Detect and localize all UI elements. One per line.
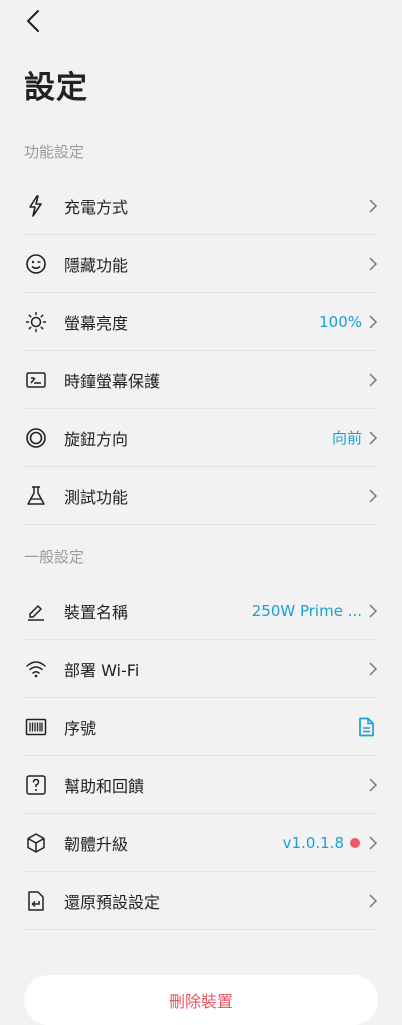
chevron-right-icon <box>368 488 378 504</box>
row-restore-defaults[interactable]: 還原預設設定 <box>24 872 378 930</box>
row-help-feedback[interactable]: 幫助和回饋 <box>24 756 378 814</box>
chevron-right-icon <box>368 198 378 214</box>
screen-saver-icon <box>24 368 48 392</box>
row-charging-mode[interactable]: 充電方式 <box>24 177 378 235</box>
knob-direction-value: 向前 <box>331 429 362 447</box>
function-settings-list: 充電方式 隱藏功能 螢幕亮度 100% 時鐘螢幕保護 旋鈕方向 向前 測試功能 <box>24 177 378 525</box>
flask-icon <box>24 484 48 508</box>
row-label: 時鐘螢幕保護 <box>64 371 161 391</box>
row-label: 裝置名稱 <box>64 602 129 622</box>
wifi-icon <box>24 657 48 681</box>
help-icon <box>24 773 48 797</box>
row-label: 部署 Wi-Fi <box>64 660 140 680</box>
row-wifi-setup[interactable]: 部署 Wi-Fi <box>24 640 378 698</box>
row-label: 螢幕亮度 <box>64 313 129 333</box>
chevron-right-icon <box>368 314 378 330</box>
row-hidden-features[interactable]: 隱藏功能 <box>24 235 378 293</box>
restore-icon <box>24 889 48 913</box>
chevron-right-icon <box>368 893 378 909</box>
page-title: 設定 <box>24 70 88 106</box>
general-settings-list: 裝置名稱 250W Prime ... 部署 Wi-Fi 序號 幫助和回饋 韌體… <box>24 582 378 930</box>
lightning-icon <box>24 194 48 218</box>
copy-document-icon[interactable] <box>354 715 378 739</box>
row-label: 測試功能 <box>64 487 129 507</box>
chevron-right-icon <box>368 603 378 619</box>
section-title-general: 一般設定 <box>24 548 85 566</box>
chevron-left-icon <box>27 10 39 32</box>
chevron-right-icon <box>368 661 378 677</box>
firmware-version-value: v1.0.1.8 <box>282 833 344 852</box>
knob-icon <box>24 426 48 450</box>
pencil-icon <box>24 599 48 623</box>
wink-face-icon <box>24 252 48 276</box>
barcode-icon <box>24 715 48 739</box>
row-serial-number[interactable]: 序號 <box>24 698 378 756</box>
row-clock-screensaver[interactable]: 時鐘螢幕保護 <box>24 351 378 409</box>
row-device-name[interactable]: 裝置名稱 250W Prime ... <box>24 582 378 640</box>
back-button[interactable] <box>18 6 48 36</box>
cube-icon <box>24 831 48 855</box>
row-label: 隱藏功能 <box>64 255 129 275</box>
brightness-value: 100% <box>319 312 362 331</box>
row-label: 序號 <box>64 718 97 738</box>
chevron-right-icon <box>368 777 378 793</box>
row-label: 幫助和回饋 <box>64 776 145 796</box>
chevron-right-icon <box>368 256 378 272</box>
row-label: 旋鈕方向 <box>64 429 129 449</box>
chevron-right-icon <box>368 372 378 388</box>
row-knob-direction[interactable]: 旋鈕方向 向前 <box>24 409 378 467</box>
section-title-function: 功能設定 <box>24 143 85 161</box>
update-badge <box>350 837 360 848</box>
chevron-right-icon <box>368 835 378 851</box>
row-label: 還原預設設定 <box>64 892 161 912</box>
row-firmware-upgrade[interactable]: 韌體升級 v1.0.1.8 <box>24 814 378 872</box>
row-label: 充電方式 <box>64 197 129 217</box>
chevron-right-icon <box>368 430 378 446</box>
delete-device-button[interactable]: 刪除裝置 <box>24 975 378 1025</box>
row-test-features[interactable]: 測試功能 <box>24 467 378 525</box>
device-name-value: 250W Prime ... <box>251 601 362 620</box>
row-screen-brightness[interactable]: 螢幕亮度 100% <box>24 293 378 351</box>
sun-icon <box>24 310 48 334</box>
row-label: 韌體升級 <box>64 834 129 854</box>
